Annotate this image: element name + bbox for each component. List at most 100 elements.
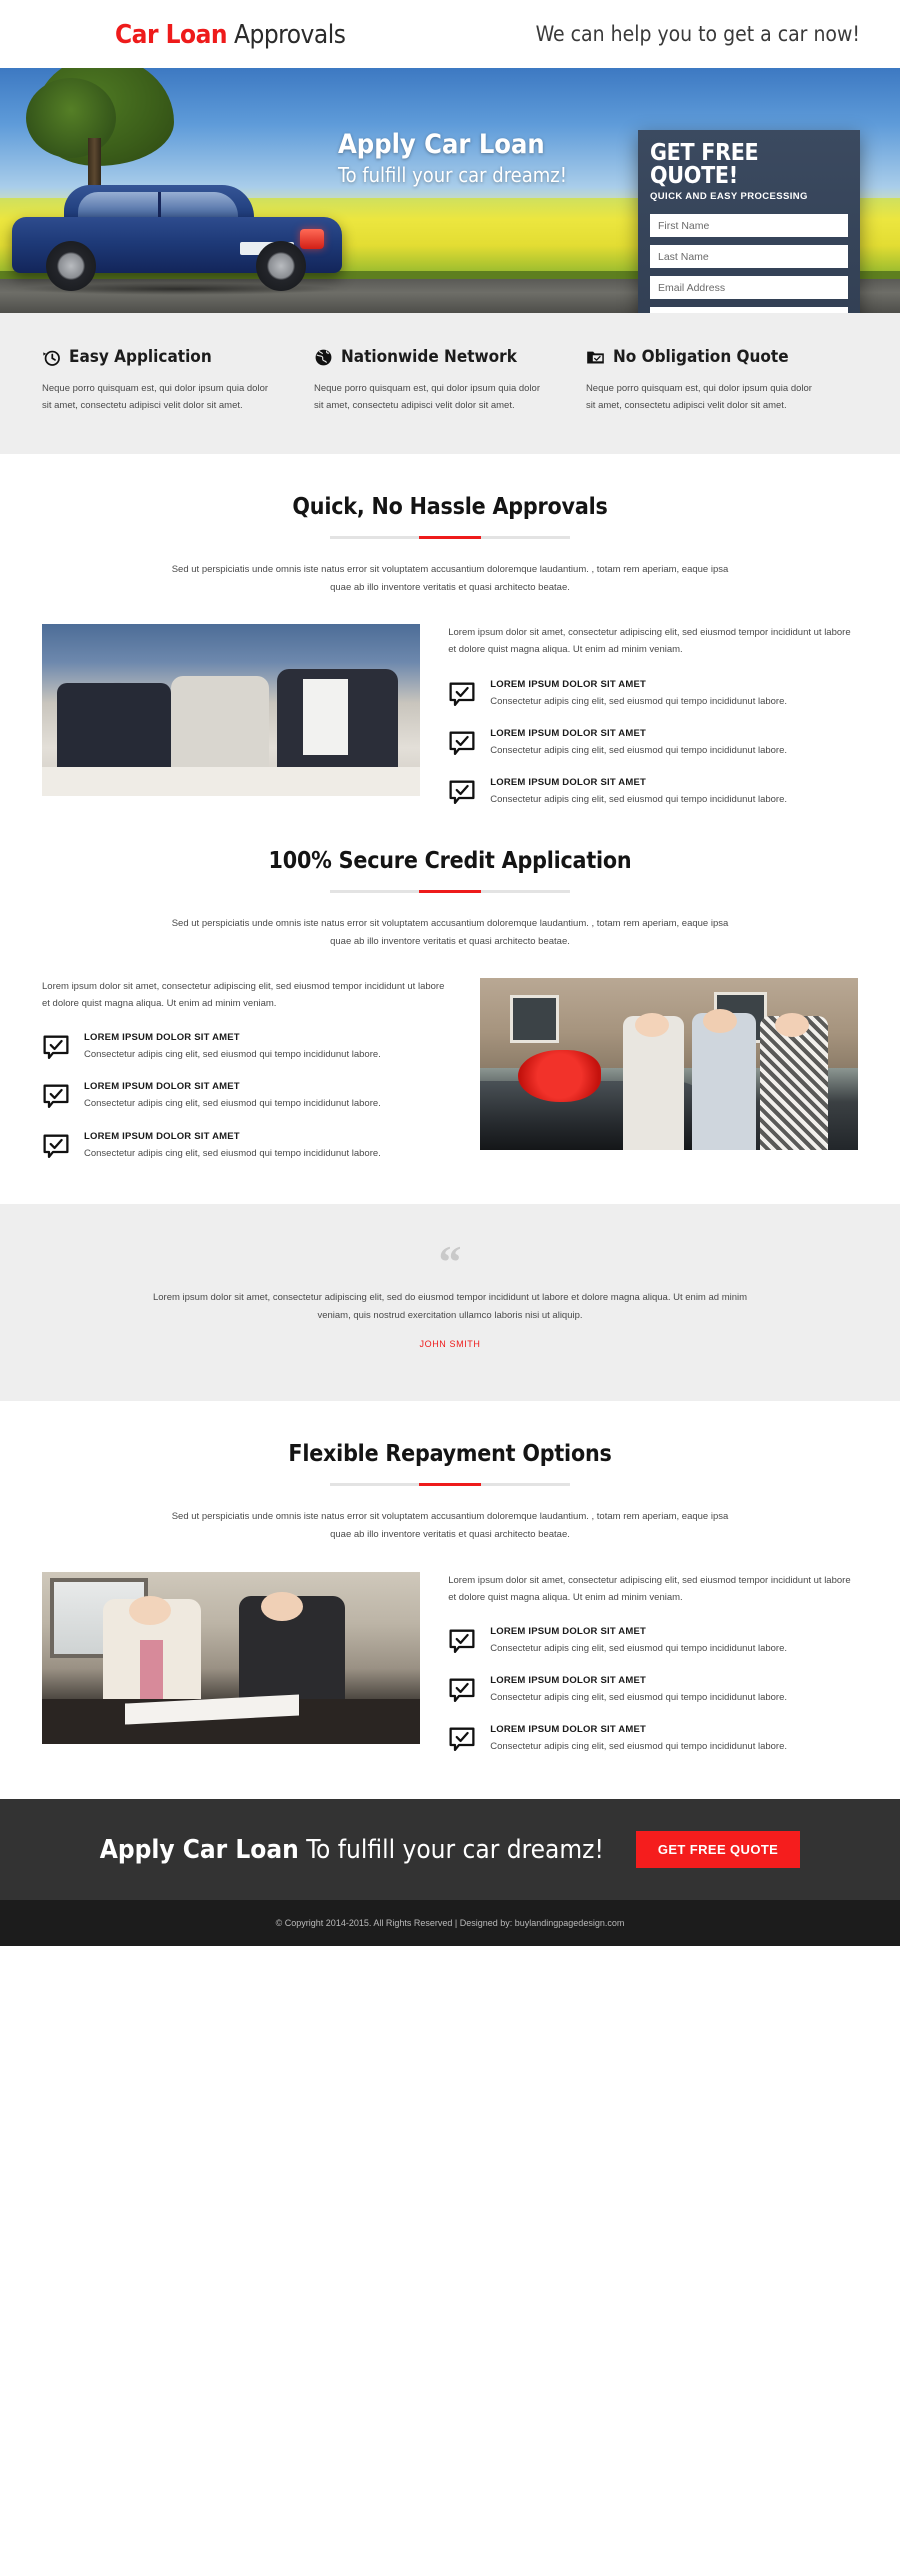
bullet-text: Consectetur adipis cing elit, sed eiusmo… xyxy=(490,1691,788,1703)
section-paragraph: Lorem ipsum dolor sit amet, consectetur … xyxy=(42,981,445,1010)
bullet-list: LOREM IPSUM DOLOR SIT AMET Consectetur a… xyxy=(448,1626,858,1755)
feature-title: Easy Application xyxy=(69,347,212,367)
testimonial-text: Lorem ipsum dolor sit amet, consectetur … xyxy=(152,1292,748,1322)
last-name-input[interactable] xyxy=(650,245,848,268)
bullet-text: Consectetur adipis cing elit, sed eiusmo… xyxy=(490,1741,788,1752)
bullet-title: LOREM IPSUM DOLOR SIT AMET xyxy=(490,776,647,788)
bullet-title: LOREM IPSUM DOLOR SIT AMET xyxy=(490,1674,647,1686)
check-bubble-icon xyxy=(448,1725,476,1753)
bullet-title: LOREM IPSUM DOLOR SIT AMET xyxy=(490,727,647,739)
list-item: LOREM IPSUM DOLOR SIT AMET Consectetur a… xyxy=(42,1131,452,1162)
section-title: 100% Secure Credit Application xyxy=(268,847,632,874)
section-lead: Sed ut perspiciatis unde omnis iste natu… xyxy=(171,917,729,947)
globe-icon xyxy=(314,348,333,367)
list-item: LOREM IPSUM DOLOR SIT AMET Consectetur a… xyxy=(42,1081,452,1112)
bullet-title: LOREM IPSUM DOLOR SIT AMET xyxy=(84,1081,240,1093)
form-subtitle: QUICK AND EASY PROCESSING xyxy=(650,191,808,202)
section-content-row: Lorem ipsum dolor sit amet, consectetur … xyxy=(0,596,900,808)
cta-band-text: Apply Car Loan To fulfill your car dream… xyxy=(100,1835,604,1865)
section-divider xyxy=(330,1483,570,1487)
list-item: LOREM IPSUM DOLOR SIT AMET Consectetur a… xyxy=(448,1675,858,1706)
section-content-row: Lorem ipsum dolor sit amet, consectetur … xyxy=(0,950,900,1162)
list-item: LOREM IPSUM DOLOR SIT AMET Consectetur a… xyxy=(448,777,858,808)
bullet-title: LOREM IPSUM DOLOR SIT AMET xyxy=(490,1625,647,1637)
feature-text: Neque porro quisquam est, qui dolor ipsu… xyxy=(42,383,269,411)
logo-text-strong: Car Loan xyxy=(115,19,228,50)
photo-office-meeting xyxy=(42,624,421,797)
bottom-cta-band: Apply Car Loan To fulfill your car dream… xyxy=(0,1799,900,1901)
header-tagline: We can help you to get a car now! xyxy=(535,22,860,46)
bullet-text: Consectetur adipis cing elit, sed eiusmo… xyxy=(84,1098,381,1110)
features-strip: Easy Application Neque porro quisquam es… xyxy=(0,313,900,455)
hero-banner: Apply Car Loan To fulfill your car dream… xyxy=(0,68,900,313)
testimonial-author: JOHN SMITH xyxy=(419,1339,481,1350)
section-text-column: Lorem ipsum dolor sit amet, consectetur … xyxy=(42,978,452,1162)
hero-headline: Apply Car Loan xyxy=(338,129,545,160)
phone-number-input[interactable] xyxy=(650,307,848,313)
quote-icon: “ xyxy=(438,1235,462,1287)
bullet-title: LOREM IPSUM DOLOR SIT AMET xyxy=(84,1032,240,1044)
check-bubble-icon xyxy=(448,680,476,708)
clock-icon xyxy=(42,348,61,367)
bullet-title: LOREM IPSUM DOLOR SIT AMET xyxy=(490,678,647,690)
list-item: LOREM IPSUM DOLOR SIT AMET Consectetur a… xyxy=(448,679,858,710)
bullet-text: Consectetur adipis cing elit, sed eiusmo… xyxy=(490,744,788,756)
section-lead: Sed ut perspiciatis unde omnis iste natu… xyxy=(171,1511,729,1540)
bullet-text: Consectetur adipis cing elit, sed eiusmo… xyxy=(84,1049,381,1061)
feature-text: Neque porro quisquam est, qui dolor ipsu… xyxy=(585,383,812,411)
section-title: Flexible Repayment Options xyxy=(288,1441,612,1468)
feature-easy-application: Easy Application Neque porro quisquam es… xyxy=(42,347,314,414)
list-item: LOREM IPSUM DOLOR SIT AMET Consectetur a… xyxy=(42,1032,452,1063)
list-item: LOREM IPSUM DOLOR SIT AMET Consectetur a… xyxy=(448,1724,858,1755)
lead-capture-form[interactable]: GET FREE QUOTE! QUICK AND EASY PROCESSIN… xyxy=(638,130,860,313)
site-footer: © Copyright 2014-2015. All Rights Reserv… xyxy=(0,1900,900,1947)
get-free-quote-button[interactable]: GET FREE QUOTE xyxy=(635,1831,801,1869)
feature-nationwide-network: Nationwide Network Neque porro quisquam … xyxy=(314,347,586,414)
photo-family-new-car xyxy=(479,978,858,1151)
section-secure-credit-application: 100% Secure Credit Application Sed ut pe… xyxy=(0,808,900,1204)
section-image-column xyxy=(479,978,858,1151)
email-address-input[interactable] xyxy=(650,276,848,299)
bullet-title: LOREM IPSUM DOLOR SIT AMET xyxy=(84,1130,240,1142)
bullet-list: LOREM IPSUM DOLOR SIT AMET Consectetur a… xyxy=(42,1032,452,1161)
logo-text-light: Approvals xyxy=(227,19,346,50)
bullet-title: LOREM IPSUM DOLOR SIT AMET xyxy=(490,1724,647,1735)
testimonial-section: “ Lorem ipsum dolor sit amet, consectetu… xyxy=(0,1203,900,1402)
site-header: Car Loan Approvals We can help you to ge… xyxy=(0,0,900,68)
hero-headings: Apply Car Loan To fulfill your car dream… xyxy=(338,130,567,186)
list-item: LOREM IPSUM DOLOR SIT AMET Consectetur a… xyxy=(448,1626,858,1657)
photo-desk-consultation xyxy=(42,1571,421,1744)
section-text-column: Lorem ipsum dolor sit amet, consectetur … xyxy=(448,1572,858,1756)
cta-band-text-light: To fulfill your car dreamz! xyxy=(298,1834,604,1865)
check-bubble-icon xyxy=(448,1627,476,1655)
section-content-row: Lorem ipsum dolor sit amet, consectetur … xyxy=(0,1544,900,1756)
bullet-text: Consectetur adipis cing elit, sed eiusmo… xyxy=(490,695,788,707)
landing-page: Car Loan Approvals We can help you to ge… xyxy=(0,0,900,1947)
form-title: GET FREE QUOTE! xyxy=(650,140,759,189)
feature-no-obligation-quote: No Obligation Quote Neque porro quisquam… xyxy=(586,347,858,414)
check-bubble-icon xyxy=(448,729,476,757)
section-flexible-repayment-options: Flexible Repayment Options Sed ut perspi… xyxy=(0,1401,900,1799)
section-quick-no-hassle-approvals: Quick, No Hassle Approvals Sed ut perspi… xyxy=(0,454,900,808)
feature-text: Neque porro quisquam est, qui dolor ipsu… xyxy=(313,383,540,411)
bullet-list: LOREM IPSUM DOLOR SIT AMET Consectetur a… xyxy=(448,679,858,808)
first-name-input[interactable] xyxy=(650,214,848,237)
check-bubble-icon xyxy=(42,1082,70,1110)
site-logo[interactable]: Car Loan Approvals xyxy=(115,19,346,50)
bullet-text: Consectetur adipis cing elit, sed eiusmo… xyxy=(490,1642,788,1654)
section-image-column xyxy=(42,624,421,797)
section-paragraph: Lorem ipsum dolor sit amet, consectetur … xyxy=(448,627,851,656)
hero-subheadline: To fulfill your car dreamz! xyxy=(338,162,567,187)
check-bubble-icon xyxy=(448,1676,476,1704)
check-bubble-icon xyxy=(448,778,476,806)
folder-check-icon xyxy=(586,348,605,367)
feature-title: No Obligation Quote xyxy=(612,347,789,367)
section-text-column: Lorem ipsum dolor sit amet, consectetur … xyxy=(448,624,858,808)
copyright-text: © Copyright 2014-2015. All Rights Reserv… xyxy=(275,1918,625,1929)
bullet-text: Consectetur adipis cing elit, sed eiusmo… xyxy=(490,793,788,805)
cta-band-text-strong: Apply Car Loan xyxy=(99,1834,299,1865)
check-bubble-icon xyxy=(42,1132,70,1160)
section-divider xyxy=(330,536,570,540)
section-divider xyxy=(330,889,570,893)
bullet-text: Consectetur adipis cing elit, sed eiusmo… xyxy=(84,1147,381,1159)
